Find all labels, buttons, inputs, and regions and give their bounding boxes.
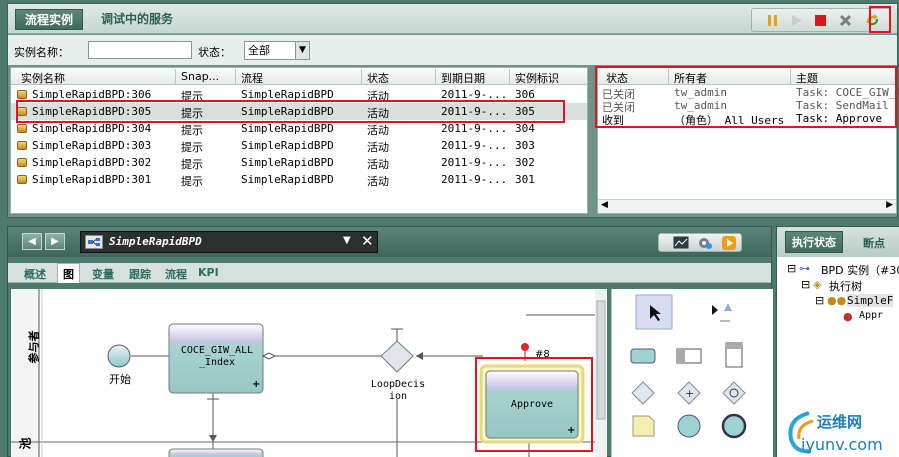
table-row[interactable]: SimpleRapidBPD:301 提示 SimpleRapidBPD 活动 … [11,171,587,188]
refresh-icon[interactable] [865,13,880,28]
table-row[interactable]: SimpleRapidBPD:303 提示 SimpleRapidBPD 活动 … [11,137,587,154]
diagram-tab[interactable]: SimpleRapidBPD ▼ ✕ [80,231,378,253]
scroll-left-icon[interactable]: ◀ [601,200,608,210]
subtab-kpi[interactable]: KPI [198,266,219,279]
start-event-label[interactable]: 开始 [109,371,131,387]
pool-label: 池 [18,437,33,450]
col-task-state[interactable]: 状态 [606,70,628,86]
instance-toolbar [751,8,891,32]
activity-coce-giw[interactable]: COCE_GIW_ALL _Index [177,345,257,369]
subtab-overview[interactable]: 概述 [24,266,46,282]
editor-actions [658,233,742,252]
col-instance-name[interactable]: 实例名称 [21,70,65,86]
subtab-process[interactable]: 流程 [165,266,187,282]
horizontal-scrollbar[interactable]: ◀ ▶ [598,199,896,213]
pause-icon[interactable] [765,13,780,28]
col-owner[interactable]: 所有者 [674,70,707,86]
subtab-variables[interactable]: 变量 [92,266,114,282]
tab-process-instances[interactable]: 流程实例 [15,9,84,30]
tasks-table: 状态 所有者 主题 已关闭 tw_admin Task: COCE_GIW_AL… [597,67,899,214]
table-row-selected[interactable]: SimpleRapidBPD:305 提示 SimpleRapidBPD 活动 … [11,103,587,120]
tree-item-execution-tree[interactable]: 执行树 [829,278,862,294]
tab-breakpoints[interactable]: 断点 [863,235,885,251]
col-snapshot[interactable]: Snap... [181,70,219,83]
close-icon[interactable]: ✕ [361,232,374,250]
editor-toolbar: ◀ ▶ SimpleRapidBPD ▼ ✕ [8,227,771,257]
delete-icon[interactable] [838,13,853,28]
tree-item-bpd-instance[interactable]: BPD 实例（#30 [821,262,899,278]
instance-icon [17,107,27,116]
chevron-down-icon[interactable]: ▼ [343,235,351,246]
plus-icon: + [567,425,576,436]
instance-name-label: 实例名称： [14,46,69,59]
tab-execution-state[interactable]: 执行状态 [785,231,843,253]
instance-icon [17,175,27,184]
execution-tree-icon: ◈ [813,278,822,291]
tree-item-simple[interactable]: SimpleF [847,294,894,307]
settings-run-icon[interactable] [697,236,713,253]
task-pin-icon: ● [843,310,853,323]
gateway-loop-decision[interactable]: LoopDecis ion [365,379,431,403]
subtab-tracking[interactable]: 跟踪 [129,266,151,282]
table-row[interactable]: SimpleRapidBPD:302 提示 SimpleRapidBPD 活动 … [11,154,587,171]
col-process[interactable]: 流程 [241,70,263,86]
filter-bar: 实例名称： 状态： 全部 ▼ [8,35,897,65]
tree-expander-icon[interactable]: ⊟ [787,262,796,275]
table-row[interactable]: SimpleRapidBPD:304 提示 SimpleRapidBPD 活动 … [11,120,587,137]
instance-icon [17,124,27,133]
diagram-editor: ◀ ▶ SimpleRapidBPD ▼ ✕ 概述 图 变量 跟踪 流程 KPI… [7,226,773,457]
watermark-text: 运维网 [817,413,863,431]
watermark-url: iyunv.com [801,435,883,454]
token-label: #8 [535,349,550,360]
col-subject[interactable]: 主题 [796,70,818,86]
palette-shapes: + [630,294,747,439]
col-due-date[interactable]: 到期日期 [441,70,485,86]
forward-arrow-icon[interactable]: ▶ [45,233,65,250]
task-row[interactable]: 已关闭 tw_admin Task: SendMail [598,99,896,114]
diagram-tab-title: SimpleRapidBPD [109,235,202,248]
col-state[interactable]: 状态 [367,70,389,86]
table-header: 状态 所有者 主题 [598,68,896,85]
shape-palette: + [611,289,773,457]
tree-item-approve[interactable]: Appr [859,310,883,321]
chevron-down-icon[interactable]: ▼ [295,42,309,59]
play-icon[interactable] [789,13,804,28]
diagram-canvas[interactable]: 参与者 池 开始 COCE_GIW_ALL _Index + LoopDecis… [11,289,607,457]
instance-icon [17,158,27,167]
editor-subtabs: 概述 图 变量 跟踪 流程 KPI [8,263,771,283]
watermark-logo: 运维网 iyunv.com [783,407,895,457]
diagram-lines [11,289,607,457]
stop-icon[interactable] [813,13,828,28]
tree-expander-icon[interactable]: ⊟ [815,294,824,307]
state-label: 状态： [198,46,231,59]
task-row[interactable]: 收到 （角色） All Users Task: Approve [598,112,896,127]
table-header: 实例名称 Snap... 流程 状态 到期日期 实例标识 [11,68,587,85]
task-row[interactable]: 已关闭 tw_admin Task: COCE_GIW_AL [598,86,899,101]
process-icon: ●● [827,294,847,307]
instance-icon [17,90,27,99]
plus-icon: + [252,379,261,390]
state-select-value: 全部 [248,44,270,57]
lane-label: 参与者 [27,330,41,364]
tree-expander-icon[interactable]: ⊟ [801,278,810,291]
run-icon[interactable] [721,235,737,254]
scroll-right-icon[interactable]: ▶ [886,200,893,210]
state-select[interactable]: 全部 ▼ [244,41,310,60]
instance-icon [17,141,27,150]
instances-table: 实例名称 Snap... 流程 状态 到期日期 实例标识 SimpleRapid… [10,67,588,214]
top-tab-bar: 流程实例 调试中的服务 [8,4,897,34]
tab-debug-services[interactable]: 调试中的服务 [92,9,182,30]
bpd-icon [85,235,103,249]
svg-text:+: + [685,387,694,400]
execution-tabs: 执行状态 断点 [777,227,899,257]
bpd-instance-icon: ⊶ [799,262,810,275]
table-row[interactable]: SimpleRapidBPD:306 提示 SimpleRapidBPD 活动 … [11,86,587,103]
chart-icon[interactable] [673,236,689,252]
back-arrow-icon[interactable]: ◀ [22,233,42,250]
instance-name-input[interactable] [88,41,192,59]
instances-panel: 流程实例 调试中的服务 实例名称： 状态： 全部 ▼ 实例名称 Snap... … [7,3,899,218]
activity-approve[interactable]: Approve [495,399,569,410]
subtab-diagram[interactable]: 图 [57,263,80,283]
col-instance-id[interactable]: 实例标识 [515,70,559,86]
